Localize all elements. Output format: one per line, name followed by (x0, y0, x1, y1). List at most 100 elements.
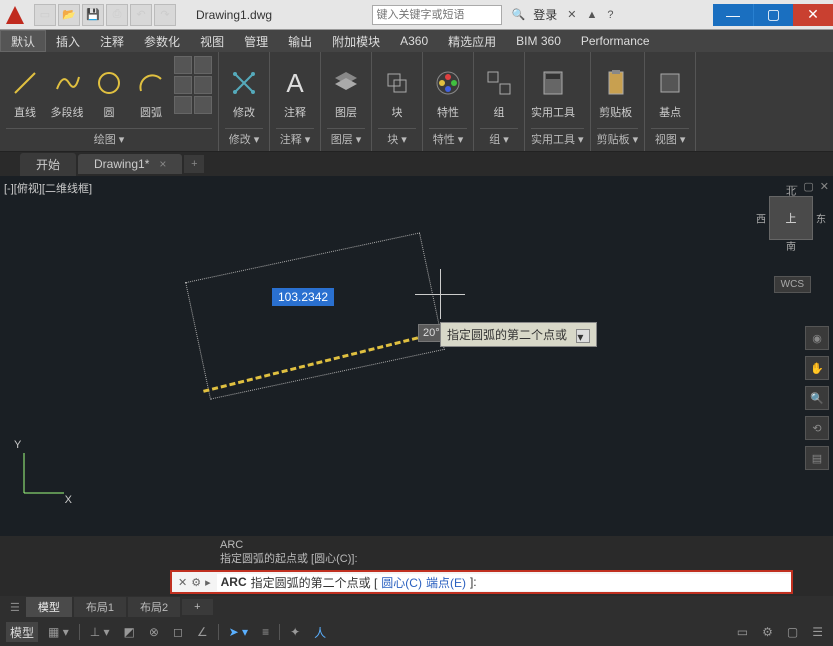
panel-draw-title[interactable]: 绘图 ▾ (6, 128, 212, 147)
layout-menu-icon[interactable]: ☰ (6, 601, 24, 614)
command-line[interactable]: ✕ ⚙ ▸ ARC 指定圆弧的第二个点或 [圆心(C) 端点(E)]: (170, 570, 793, 594)
viewport-label[interactable]: [-][俯视][二维线框] (4, 180, 92, 196)
search-input[interactable] (372, 5, 502, 25)
panel-block-title[interactable]: 块 ▾ (378, 128, 416, 147)
polar-icon[interactable]: ⊗ (145, 622, 163, 642)
polyline-button[interactable]: 多段线 (48, 56, 86, 128)
dyn-input-icon[interactable]: ➤ ▾ (225, 622, 252, 642)
add-layout-button[interactable]: + (182, 599, 212, 615)
tab-bim360[interactable]: BIM 360 (506, 30, 571, 52)
panel-util-title[interactable]: 实用工具 ▾ (531, 128, 584, 147)
viewcube-south[interactable]: 南 (786, 238, 796, 253)
exchange-icon[interactable]: ✕ (567, 8, 576, 21)
panel-modify-title[interactable]: 修改 ▾ (225, 128, 263, 147)
nav-zoom-icon[interactable]: 🔍 (805, 386, 829, 410)
point-icon[interactable] (174, 96, 192, 114)
undo-icon[interactable]: ↶ (130, 4, 152, 26)
utilities-button[interactable]: 实用工具 (531, 56, 575, 128)
viewcube-west[interactable]: 西 (756, 211, 766, 226)
maximize-button[interactable]: ▢ (753, 4, 793, 26)
tab-addins[interactable]: 附加模块 (322, 30, 390, 52)
tab-default[interactable]: 默认 (0, 30, 46, 52)
cmd-opt-center[interactable]: 圆心(C) (381, 574, 422, 591)
tab-featured[interactable]: 精选应用 (438, 30, 506, 52)
nav-showmotion-icon[interactable]: ▤ (805, 446, 829, 470)
ellipse-icon[interactable] (194, 56, 212, 74)
save-icon[interactable]: 💾 (82, 4, 104, 26)
panel-base-title[interactable]: 视图 ▾ (651, 128, 689, 147)
osnap-icon[interactable]: ◻ (169, 622, 187, 642)
vp-restore-icon[interactable]: ▢ (803, 180, 813, 193)
panel-group-title[interactable]: 组 ▾ (480, 128, 518, 147)
base-button[interactable]: 基点 (651, 56, 689, 128)
transparency-icon[interactable]: ✦ (286, 622, 304, 642)
add-tab-button[interactable]: + (184, 155, 204, 173)
new-icon[interactable]: ▭ (34, 4, 56, 26)
tab-manage[interactable]: 管理 (234, 30, 278, 52)
clipboard-button[interactable]: 剪贴板 (597, 56, 635, 128)
panel-prop-title[interactable]: 特性 ▾ (429, 128, 467, 147)
viewcube[interactable]: 上 北 南 东 西 (769, 196, 813, 240)
properties-button[interactable]: 特性 (429, 56, 467, 128)
cycling-icon[interactable]: 人 (310, 622, 330, 642)
layer-button[interactable]: 图层 (327, 56, 365, 128)
lineweight-icon[interactable]: ≡ (258, 622, 273, 642)
nav-wheel-icon[interactable]: ◉ (805, 326, 829, 350)
tab-insert[interactable]: 插入 (46, 30, 90, 52)
drawing-viewport[interactable]: [-][俯视][二维线框] — ▢ ✕ 上 北 南 东 西 WCS ◉ ✋ 🔍 … (0, 176, 833, 536)
grid-icon[interactable]: ▦ ▾ (44, 622, 73, 642)
help-icon[interactable]: ? (607, 9, 613, 21)
circle-button[interactable]: 圆 (90, 56, 128, 128)
tab-parametric[interactable]: 参数化 (134, 30, 190, 52)
open-icon[interactable]: 📂 (58, 4, 80, 26)
login-button[interactable]: 登录 (533, 6, 557, 23)
tab-model[interactable]: 模型 (26, 597, 72, 617)
saveas-icon[interactable]: ⎙ (106, 4, 128, 26)
nav-pan-icon[interactable]: ✋ (805, 356, 829, 380)
menu-icon[interactable]: ☰ (808, 622, 827, 642)
otrack-icon[interactable]: ∠ (193, 622, 212, 642)
panel-clip-title[interactable]: 剪贴板 ▾ (597, 128, 639, 147)
tab-output[interactable]: 输出 (278, 30, 322, 52)
tab-a360[interactable]: A360 (390, 30, 438, 52)
binoculars-icon[interactable]: 🔍 (512, 8, 526, 21)
panel-annot-title[interactable]: 注释 ▾ (276, 128, 314, 147)
cmd-close-icon[interactable]: ✕ (178, 576, 187, 589)
tab-annotate[interactable]: 注释 (90, 30, 134, 52)
snap-icon[interactable]: ⊥ ▾ (86, 622, 114, 642)
command-prompt[interactable]: ARC 指定圆弧的第二个点或 [圆心(C) 端点(E)]: (217, 574, 791, 591)
hatch-icon[interactable] (174, 76, 192, 94)
nav-orbit-icon[interactable]: ⟲ (805, 416, 829, 440)
tab-layout1[interactable]: 布局1 (74, 597, 126, 617)
app-logo-icon[interactable] (0, 0, 30, 30)
panel-layer-title[interactable]: 图层 ▾ (327, 128, 365, 147)
block-button[interactable]: 块 (378, 56, 416, 128)
vp-close-icon[interactable]: ✕ (820, 180, 829, 193)
text-button[interactable]: A 注释 (276, 56, 314, 128)
fullscreen-icon[interactable]: ▢ (783, 622, 802, 642)
cmd-chevron-icon[interactable]: ▸ (205, 576, 211, 589)
cmd-opt-end[interactable]: 端点(E) (426, 574, 466, 591)
close-tab-icon[interactable]: × (159, 157, 166, 171)
close-button[interactable]: ✕ (793, 4, 833, 26)
tab-layout2[interactable]: 布局2 (128, 597, 180, 617)
dynamic-prompt-dropdown-icon[interactable]: ▾ (576, 329, 590, 343)
spline-icon[interactable] (194, 76, 212, 94)
line-button[interactable]: 直线 (6, 56, 44, 128)
zoom-control-icon[interactable]: ▭ (733, 622, 752, 642)
autodesk-icon[interactable]: ▲ (586, 9, 597, 21)
viewcube-east[interactable]: 东 (816, 211, 826, 226)
tab-drawing1[interactable]: Drawing1*× (78, 154, 182, 174)
status-model[interactable]: 模型 (6, 622, 38, 642)
viewcube-north[interactable]: 北 (786, 183, 796, 198)
region-icon[interactable] (194, 96, 212, 114)
ortho-icon[interactable]: ◩ (120, 622, 139, 642)
modify-button[interactable]: 修改 (225, 56, 263, 128)
rect-icon[interactable] (174, 56, 192, 74)
cmd-options-icon[interactable]: ⚙ (191, 576, 201, 589)
customize-icon[interactable]: ⚙ (758, 622, 777, 642)
tab-view[interactable]: 视图 (190, 30, 234, 52)
arc-button[interactable]: 圆弧 (132, 56, 170, 128)
minimize-button[interactable]: — (713, 4, 753, 26)
tab-performance[interactable]: Performance (571, 30, 660, 52)
